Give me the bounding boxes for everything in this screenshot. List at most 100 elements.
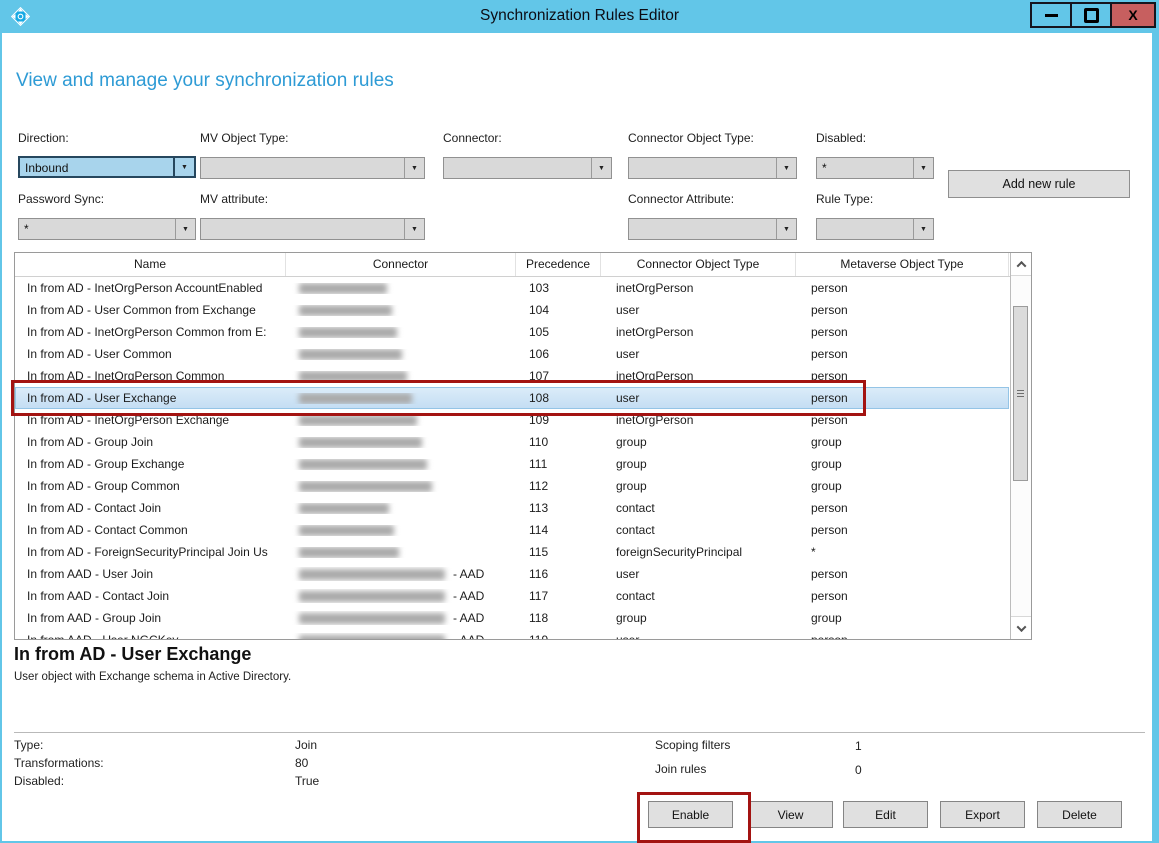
- password-sync-label: Password Sync:: [18, 192, 104, 206]
- password-sync-value: *: [19, 219, 175, 239]
- direction-select[interactable]: Inbound ▼: [18, 156, 196, 178]
- table-row[interactable]: In from AD - User Common from Exchange10…: [15, 299, 1009, 321]
- redacted-connector-blur: [299, 525, 394, 536]
- cell-mot: person: [796, 523, 1009, 537]
- cell-cot: contact: [601, 589, 796, 603]
- cell-mot: person: [796, 303, 1009, 317]
- cell-cot: user: [601, 347, 796, 361]
- cell-conn: - AAD: [286, 567, 516, 581]
- disabled-filter-select[interactable]: * ▼: [816, 157, 934, 179]
- cell-name: In from AAD - User NGCKey: [15, 633, 286, 639]
- redacted-connector-blur: [299, 305, 392, 316]
- column-header-metaverse-object-type[interactable]: Metaverse Object Type: [796, 253, 1009, 276]
- cell-mot: person: [796, 281, 1009, 295]
- add-new-rule-button[interactable]: Add new rule: [948, 170, 1130, 198]
- rule-type-select[interactable]: ▼: [816, 218, 934, 240]
- chevron-down-icon: ▼: [175, 219, 195, 239]
- table-row[interactable]: In from AD - Group Join110groupgroup: [15, 431, 1009, 453]
- column-header-precedence[interactable]: Precedence: [516, 253, 601, 276]
- scroll-up-button[interactable]: [1011, 253, 1031, 276]
- page-title: View and manage your synchronization rul…: [16, 70, 394, 92]
- mv-object-type-value: [201, 158, 404, 178]
- cell-conn: [286, 437, 516, 448]
- cell-cot: group: [601, 479, 796, 493]
- cell-prec: 106: [516, 347, 601, 361]
- cell-mot: group: [796, 457, 1009, 471]
- redacted-connector-blur: [299, 547, 399, 558]
- cell-prec: 116: [516, 567, 601, 581]
- selected-rule-description: User object with Exchange schema in Acti…: [14, 671, 291, 683]
- chevron-down-icon: ▼: [404, 219, 424, 239]
- cell-mot: *: [796, 545, 1009, 559]
- cell-prec: 119: [516, 633, 601, 639]
- table-row[interactable]: In from AD - Contact Common 114contactper…: [15, 519, 1009, 541]
- cell-prec: 117: [516, 589, 601, 603]
- cell-cot: contact: [601, 523, 796, 537]
- scroll-down-button[interactable]: [1011, 616, 1031, 639]
- connector-attribute-value: [629, 219, 776, 239]
- column-header-name[interactable]: Name: [15, 253, 286, 276]
- edit-button[interactable]: Edit: [843, 801, 928, 828]
- cell-name: In from AAD - Group Join: [15, 611, 286, 625]
- redacted-connector-blur: [299, 459, 427, 470]
- table-row[interactable]: In from AD - InetOrgPerson AccountEnable…: [15, 277, 1009, 299]
- cell-mot: person: [796, 347, 1009, 361]
- cell-conn: [286, 349, 516, 360]
- cell-cot: group: [601, 457, 796, 471]
- chevron-down-icon: ▼: [913, 158, 933, 178]
- connector-value: [444, 158, 591, 178]
- connector-object-type-value: [629, 158, 776, 178]
- cell-name: In from AD - Contact Join: [15, 501, 286, 515]
- vertical-scrollbar[interactable]: [1010, 253, 1031, 639]
- table-row[interactable]: In from AD - User Common 106userperson: [15, 343, 1009, 365]
- password-sync-select[interactable]: * ▼: [18, 218, 196, 240]
- export-button[interactable]: Export: [940, 801, 1025, 828]
- cell-mot: person: [796, 589, 1009, 603]
- chevron-down-icon: [1016, 622, 1026, 632]
- mv-attribute-value: [201, 219, 404, 239]
- cell-name: In from AD - User Common from Exchange: [15, 303, 286, 317]
- cell-name: In from AD - User Common: [15, 347, 286, 361]
- cell-cot: group: [601, 435, 796, 449]
- close-button[interactable]: X: [1110, 2, 1156, 28]
- disabled-value: True: [295, 774, 319, 788]
- cell-name: In from AD - Contact Common: [15, 523, 286, 537]
- connector-select[interactable]: ▼: [443, 157, 612, 179]
- mv-object-type-select[interactable]: ▼: [200, 157, 425, 179]
- table-row[interactable]: In from AAD - User Join- AAD116userperso…: [15, 563, 1009, 585]
- mv-attribute-select[interactable]: ▼: [200, 218, 425, 240]
- chevron-down-icon: ▼: [591, 158, 611, 178]
- column-header-connector-object-type[interactable]: Connector Object Type: [601, 253, 796, 276]
- connector-attribute-select[interactable]: ▼: [628, 218, 797, 240]
- scrollbar-grip-icon: [1017, 390, 1024, 398]
- direction-value: Inbound: [20, 158, 173, 176]
- cell-name: In from AD - InetOrgPerson Common from E…: [15, 325, 286, 339]
- cell-mot: person: [796, 501, 1009, 515]
- maximize-icon: [1084, 8, 1099, 23]
- disabled-filter-label: Disabled:: [816, 131, 866, 145]
- cell-name: In from AAD - Contact Join: [15, 589, 286, 603]
- table-row[interactable]: In from AAD - User NGCKey- AAD119userper…: [15, 629, 1009, 639]
- scrollbar-thumb[interactable]: [1013, 306, 1028, 481]
- table-row[interactable]: In from AD - InetOrgPerson Common from E…: [15, 321, 1009, 343]
- table-row[interactable]: In from AD - Group Common112groupgroup: [15, 475, 1009, 497]
- cell-prec: 105: [516, 325, 601, 339]
- view-button[interactable]: View: [748, 801, 833, 828]
- table-row[interactable]: In from AAD - Group Join- AAD118groupgro…: [15, 607, 1009, 629]
- connector-attribute-label: Connector Attribute:: [628, 192, 734, 206]
- redacted-connector-blur: [299, 415, 417, 426]
- table-row[interactable]: In from AD - ForeignSecurityPrincipal Jo…: [15, 541, 1009, 563]
- table-row[interactable]: In from AD - Group Exchange111groupgroup: [15, 453, 1009, 475]
- delete-button[interactable]: Delete: [1037, 801, 1122, 828]
- cell-prec: 114: [516, 523, 601, 537]
- table-row[interactable]: In from AAD - Contact Join- AAD117contac…: [15, 585, 1009, 607]
- table-row[interactable]: In from AD - Contact Join113contactperso…: [15, 497, 1009, 519]
- connector-object-type-select[interactable]: ▼: [628, 157, 797, 179]
- redacted-connector-blur: [299, 591, 445, 602]
- redacted-connector-blur: [299, 481, 432, 492]
- column-header-connector[interactable]: Connector: [286, 253, 516, 276]
- minimize-button[interactable]: [1030, 2, 1072, 28]
- disabled-filter-value: *: [817, 158, 913, 178]
- maximize-button[interactable]: [1070, 2, 1112, 28]
- join-rules-value: 0: [855, 763, 862, 777]
